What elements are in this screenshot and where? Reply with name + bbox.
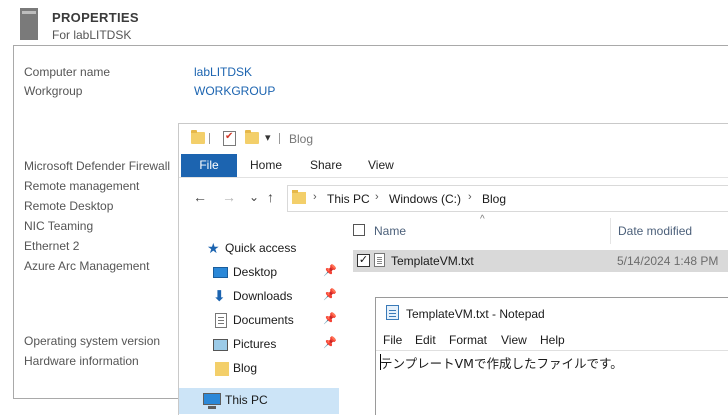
nav-label: Documents: [233, 313, 294, 327]
tab-view[interactable]: View: [368, 154, 394, 177]
table-row[interactable]: ✓ TemplateVM.txt 5/14/2024 1:48 PM: [353, 250, 728, 272]
properties-icon[interactable]: [223, 131, 236, 146]
navigation-pane: ★ Quick access Desktop 📌 ⬇ Downloads 📌 D…: [179, 232, 339, 415]
os-version-label: Operating system version: [24, 334, 161, 348]
computer-name-label: Computer name: [24, 65, 111, 79]
star-icon: ★: [207, 240, 220, 256]
menu-file[interactable]: File: [383, 333, 402, 347]
setting-firewall-label: Microsoft Defender Firewall: [24, 159, 171, 173]
nav-label: Pictures: [233, 337, 277, 351]
column-header-date-modified[interactable]: Date modified: [618, 224, 692, 238]
breadcrumb-windows-c[interactable]: Windows (C:): [389, 192, 461, 206]
breadcrumb-separator: ›: [468, 191, 472, 203]
breadcrumb-separator: ›: [375, 191, 379, 203]
column-header-name[interactable]: Name: [374, 224, 406, 238]
hardware-info-label: Hardware information: [24, 354, 139, 368]
notepad-titlebar: TemplateVM.txt - Notepad: [376, 298, 728, 328]
menu-help[interactable]: Help: [540, 333, 565, 347]
computer-icon: [203, 393, 221, 409]
setting-ethernet-label: Ethernet 2: [24, 239, 80, 253]
breadcrumb-this-pc[interactable]: This PC: [327, 192, 370, 206]
setting-azure-arc-label: Azure Arc Management: [24, 259, 150, 273]
select-all-checkbox[interactable]: [353, 224, 365, 236]
back-arrow-icon[interactable]: ←: [193, 189, 207, 205]
setting-nic-teaming-label: NIC Teaming: [24, 219, 94, 233]
menu-format[interactable]: Format: [449, 333, 487, 347]
pin-icon[interactable]: 📌: [323, 288, 337, 301]
notepad-menu-bar: File Edit Format View Help: [376, 328, 728, 350]
breadcrumb-blog[interactable]: Blog: [482, 192, 506, 206]
window-title: Blog: [289, 132, 314, 146]
computer-name-link[interactable]: labLITDSK: [194, 65, 252, 79]
download-arrow-icon: ⬇: [213, 288, 226, 305]
workgroup-link[interactable]: WORKGROUP: [194, 84, 275, 98]
notepad-title: TemplateVM.txt - Notepad: [406, 307, 545, 321]
server-icon: [20, 8, 38, 40]
nav-label: Desktop: [233, 265, 278, 279]
explorer-titlebar: ▾ Blog: [179, 124, 728, 154]
menu-view[interactable]: View: [501, 333, 527, 347]
nav-label: Downloads: [233, 289, 293, 303]
workgroup-label: Workgroup: [24, 84, 83, 98]
nav-label: Quick access: [225, 241, 297, 255]
nav-downloads[interactable]: ⬇ Downloads 📌: [179, 284, 339, 308]
customize-toolbar-chevron-icon[interactable]: ▾: [265, 131, 271, 144]
pin-icon[interactable]: 📌: [323, 312, 337, 325]
nav-documents[interactable]: Documents 📌: [179, 308, 339, 332]
row-checkbox[interactable]: ✓: [357, 254, 370, 267]
pin-icon[interactable]: 📌: [323, 336, 337, 349]
navigation-bar: ← → ⌄ ↑ › This PC › Windows (C:) › Blog: [179, 184, 728, 214]
title-separator: [279, 133, 280, 144]
nav-label: This PC: [225, 393, 268, 407]
tab-home[interactable]: Home: [250, 154, 282, 177]
nav-blog[interactable]: Blog: [179, 356, 339, 380]
recent-locations-chevron-icon[interactable]: ⌄: [249, 190, 259, 204]
properties-subtitle: For labLITDSK: [52, 28, 132, 42]
file-name: TemplateVM.txt: [391, 254, 474, 268]
pictures-icon: [213, 339, 228, 351]
nav-this-pc[interactable]: This PC: [179, 388, 339, 414]
properties-title: PROPERTIES: [52, 10, 139, 25]
notepad-icon: [386, 305, 399, 320]
notepad-window: TemplateVM.txt - Notepad File Edit Forma…: [375, 297, 728, 415]
breadcrumb-separator: ›: [313, 191, 317, 203]
setting-remote-management-label: Remote management: [24, 179, 140, 193]
setting-remote-desktop-label: Remote Desktop: [24, 199, 114, 213]
column-divider[interactable]: [610, 218, 611, 244]
properties-header: PROPERTIES For labLITDSK: [0, 0, 728, 44]
nav-quick-access[interactable]: ★ Quick access: [179, 236, 339, 260]
tab-share[interactable]: Share: [310, 154, 342, 177]
pin-icon[interactable]: 📌: [323, 264, 337, 277]
documents-icon: [215, 313, 227, 328]
nav-desktop[interactable]: Desktop 📌: [179, 260, 339, 284]
column-header-row: Name Date modified: [351, 218, 728, 244]
address-bar[interactable]: › This PC › Windows (C:) › Blog: [287, 185, 728, 212]
menu-edit[interactable]: Edit: [415, 333, 436, 347]
folder-icon: [215, 362, 229, 376]
ribbon-tabs: File Home Share View: [179, 154, 728, 178]
forward-arrow-icon[interactable]: →: [222, 189, 236, 205]
nav-label: Blog: [233, 361, 258, 375]
nav-pictures[interactable]: Pictures 📌: [179, 332, 339, 356]
new-folder-icon[interactable]: [245, 130, 259, 144]
text-file-icon: [374, 253, 385, 267]
file-date-modified: 5/14/2024 1:48 PM: [617, 254, 719, 268]
notepad-content: テンプレートVMで作成したファイルです。: [380, 356, 623, 371]
quick-access-separator: [209, 133, 210, 144]
folder-icon: [292, 190, 306, 204]
folder-icon: [191, 130, 205, 144]
tab-file[interactable]: File: [181, 154, 237, 177]
desktop-icon: [213, 267, 228, 278]
up-arrow-icon[interactable]: ↑: [267, 189, 274, 205]
notepad-text-area[interactable]: テンプレートVMで作成したファイルです。: [376, 350, 728, 415]
